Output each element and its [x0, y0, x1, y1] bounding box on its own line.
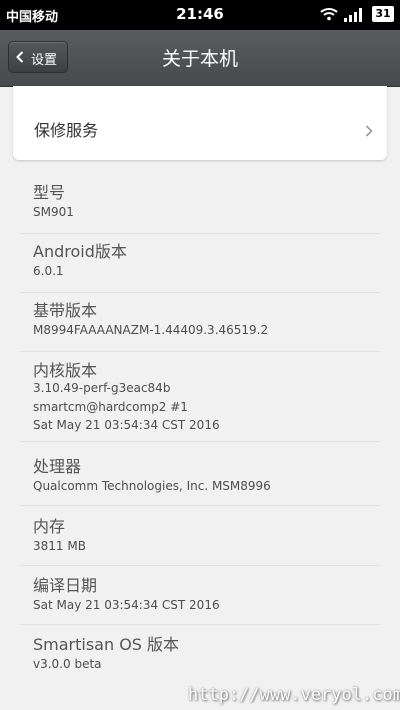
model-title: 型号 [33, 183, 66, 202]
os-version-row: Smartisan OS 版本 v3.0.0 beta [20, 631, 380, 677]
os-version-value: v3.0.0 beta [33, 657, 102, 671]
build-date-row: 编译日期 Sat May 21 03:54:34 CST 2016 [20, 572, 380, 625]
android-version-row: Android版本 6.0.1 [20, 238, 380, 293]
baseband-row: 基带版本 M8994FAAAANAZM-1.44409.3.46519.2 [20, 297, 380, 352]
build-date-title: 编译日期 [33, 576, 98, 595]
android-version-value: 6.0.1 [33, 264, 64, 278]
status-bar: 中国移动 21:46 31 [0, 0, 400, 30]
android-version-title: Android版本 [33, 242, 127, 261]
os-version-title: Smartisan OS 版本 [33, 635, 180, 654]
build-date-value: Sat May 21 03:54:34 CST 2016 [33, 598, 220, 612]
warranty-service-item[interactable]: 保修服务 [13, 86, 387, 160]
processor-row: 处理器 Qualcomm Technologies, Inc. MSM8996 [20, 453, 380, 506]
watermark: http://www.veryol.com [188, 685, 400, 705]
model-value: SM901 [33, 205, 74, 219]
wifi-icon [320, 6, 338, 25]
title-bar: 设置 关于本机 [0, 30, 400, 87]
kernel-line-2: smartcm@hardcomp2 #1 [33, 400, 188, 414]
processor-title: 处理器 [33, 457, 82, 476]
page-title: 关于本机 [161, 48, 238, 70]
kernel-row: 内核版本 3.10.49-perf-g3eac84b smartcm@hardc… [20, 357, 380, 442]
warranty-service-label: 保修服务 [34, 121, 99, 140]
signal-icon [344, 7, 364, 26]
baseband-value: M8994FAAAANAZM-1.44409.3.46519.2 [33, 323, 269, 337]
status-time: 21:46 [176, 5, 224, 23]
baseband-title: 基带版本 [33, 301, 98, 320]
battery-icon: 31 [372, 6, 394, 22]
kernel-title: 内核版本 [33, 361, 98, 380]
memory-value: 3811 MB [33, 539, 86, 553]
memory-title: 内存 [33, 517, 66, 536]
processor-value: Qualcomm Technologies, Inc. MSM8996 [33, 479, 271, 493]
kernel-line-1: 3.10.49-perf-g3eac84b [33, 381, 171, 395]
chevron-right-icon [365, 122, 373, 141]
kernel-line-3: Sat May 21 03:54:34 CST 2016 [33, 418, 220, 432]
memory-row: 内存 3811 MB [20, 513, 380, 566]
model-row: 型号 SM901 [20, 179, 380, 234]
